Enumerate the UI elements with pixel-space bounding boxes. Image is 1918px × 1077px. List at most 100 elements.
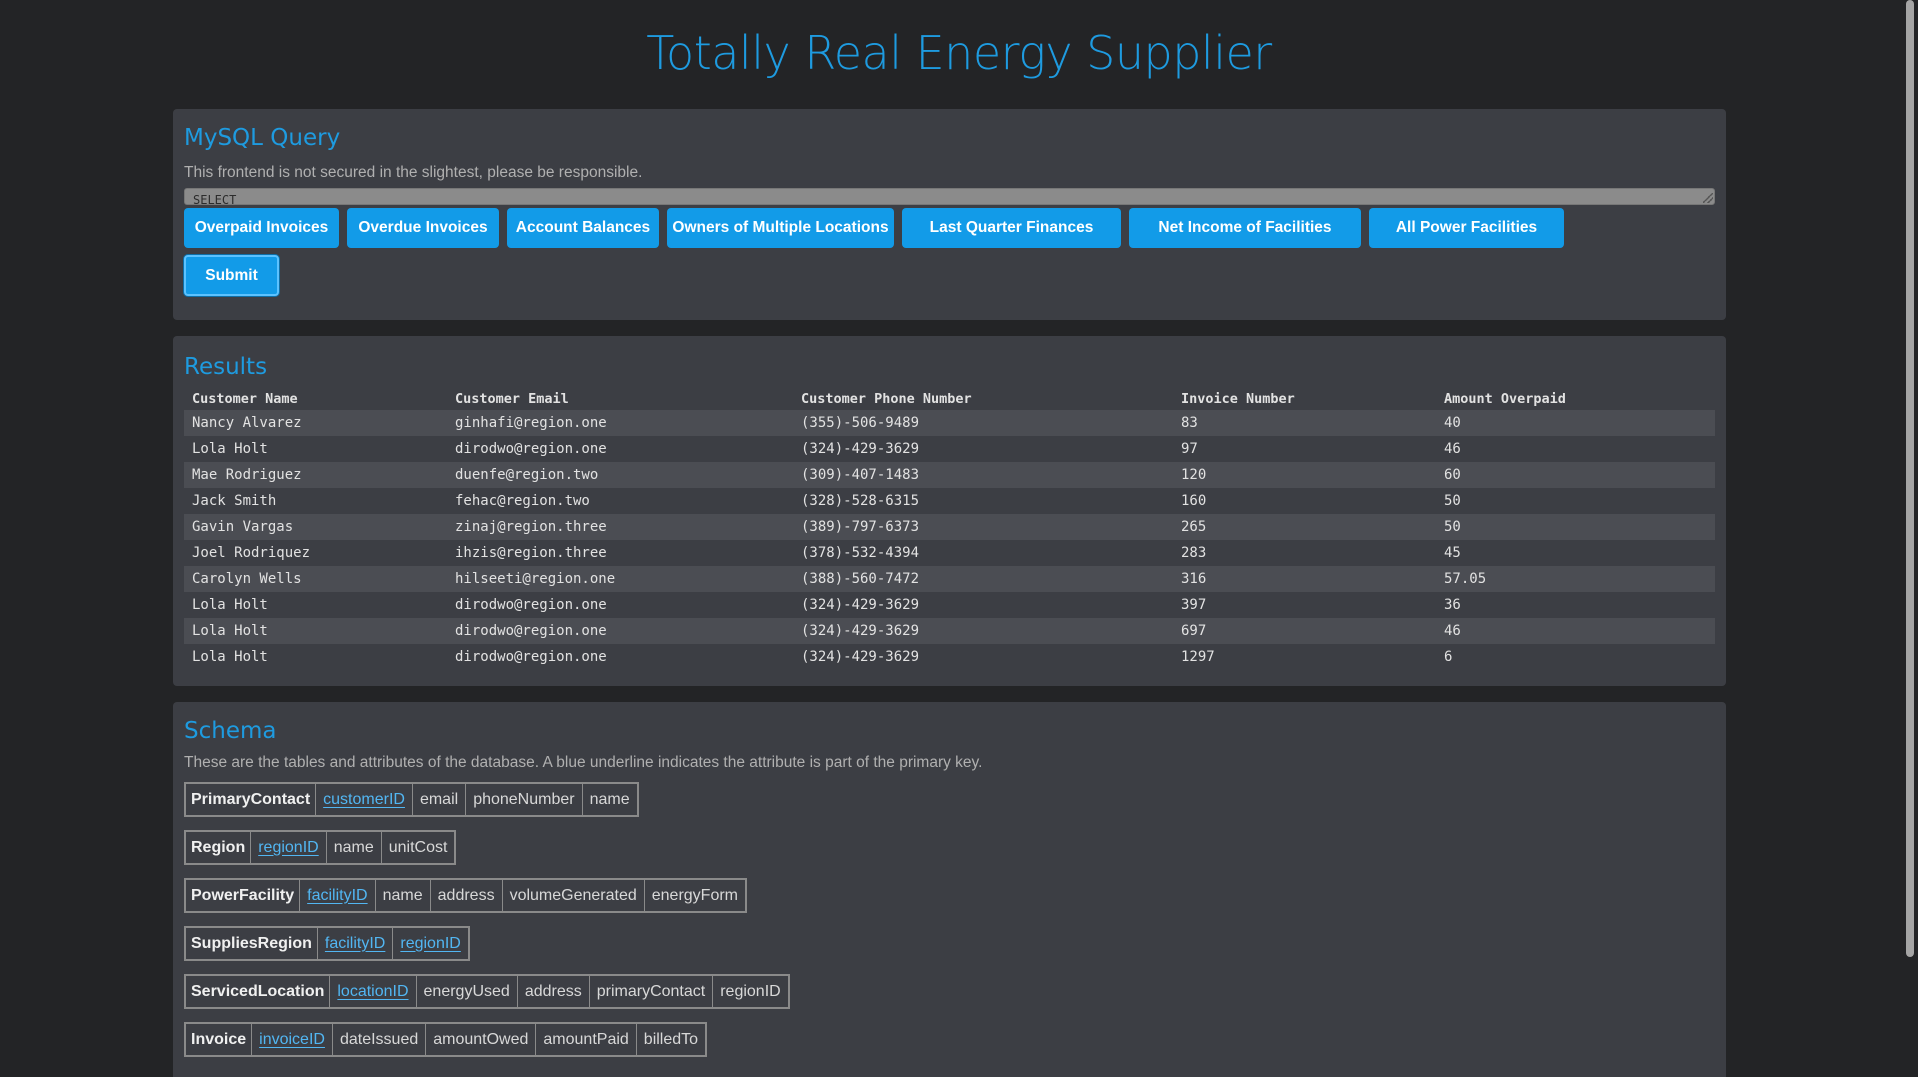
table-cell: (388)-560-7472 <box>793 566 1173 592</box>
column-header: Customer Phone Number <box>801 390 972 407</box>
schema-primary-key: customerID <box>316 784 413 815</box>
schema-table: PowerFacility facilityID name address volume… <box>184 878 747 913</box>
preset-last-quarter-finances-button[interactable]: Last Quarter Finances <box>902 208 1121 248</box>
results-heading: Results <box>184 354 268 380</box>
table-cell: dirodwo@region.one <box>447 618 793 644</box>
table-cell: ihzis@region.three <box>455 545 607 561</box>
submit-button[interactable]: Submit <box>184 255 279 296</box>
table-cell: 83 <box>1173 410 1436 436</box>
page-scrollbar[interactable] <box>1903 0 1918 1077</box>
table-cell: (309)-407-1483 <box>793 462 1173 488</box>
preset-overdue-invoices-button[interactable]: Overdue Invoices <box>347 208 499 248</box>
table-cell: Gavin Vargas <box>184 514 447 540</box>
table-cell: (324)-429-3629 <box>801 597 920 613</box>
table-cell: fehac@region.two <box>455 493 590 509</box>
preset-net-income-facilities-button[interactable]: Net Income of Facilities <box>1129 208 1361 248</box>
preset-overpaid-invoices-button[interactable]: Overpaid Invoices <box>184 208 339 248</box>
table-cell: 265 <box>1173 514 1436 540</box>
table-row: Lola Holt dirodwo@region.one (324)-429-362… <box>184 436 1715 462</box>
table-row: Gavin Vargas zinaj@region.three (389)-797-… <box>184 514 1715 540</box>
query-panel: MySQL Query This frontend is not secured… <box>173 109 1726 320</box>
table-row: Carolyn Wells hilseeti@region.one (388)-56… <box>184 566 1715 592</box>
table-cell: 40 <box>1436 410 1715 436</box>
table-cell: (324)-429-3629 <box>801 441 920 457</box>
schema-attribute: primaryContact <box>590 976 714 1007</box>
schema-table-name: PowerFacility <box>186 880 301 911</box>
schema-table-name: ServicedLocation <box>186 976 331 1007</box>
table-cell: 60 <box>1436 462 1715 488</box>
schema-primary-key: facilityID <box>318 928 394 959</box>
table-cell: hilseeti@region.one <box>447 566 793 592</box>
schema-primary-key: locationID <box>330 976 417 1007</box>
schema-row: PowerFacility facilityID name address volume… <box>184 868 1715 916</box>
query-heading: MySQL Query <box>184 125 341 151</box>
schema-table-name: SuppliesRegion <box>186 928 318 959</box>
schema-attribute: name <box>376 880 431 911</box>
page-title: Totally Real Energy Supplier <box>646 26 1272 80</box>
table-cell: 1297 <box>1181 649 1215 665</box>
schema-table: Invoice invoiceID dateIssued amountOwed amou… <box>184 1022 708 1057</box>
table-cell: 120 <box>1173 462 1436 488</box>
schema-attribute: name <box>327 832 382 863</box>
sql-query-input[interactable]: SELECT <box>184 188 1715 205</box>
table-cell: 46 <box>1436 618 1715 644</box>
table-cell: dirodwo@region.one <box>455 649 607 665</box>
schema-attribute: name <box>589 790 630 808</box>
preset-owners-multiple-locations-button[interactable]: Owners of Multiple Locations <box>667 208 894 248</box>
schema-attribute: energyForm <box>651 886 738 904</box>
preset-account-balances-button[interactable]: Account Balances <box>507 208 659 248</box>
schema-attribute: address <box>518 976 590 1007</box>
sql-query-text: SELECT <box>193 193 237 205</box>
schema-table-name: Invoice <box>186 1024 253 1055</box>
column-header: Customer Email <box>455 390 569 407</box>
results-body: Nancy Alvarez ginhafi@region.one (355)-506… <box>184 410 1715 670</box>
table-cell: Lola Holt <box>184 618 447 644</box>
schema-primary-key: facilityID <box>300 880 376 911</box>
table-row: Mae Rodriguez duenfe@region.two (309)-407-… <box>184 462 1715 488</box>
query-warning: This frontend is not secured in the slig… <box>184 164 643 181</box>
schema-attribute: phoneNumber <box>466 784 583 815</box>
schema-attribute: regionID <box>720 982 781 1000</box>
table-cell: 283 <box>1181 545 1207 561</box>
schema-primary-key: invoiceID <box>252 1024 333 1055</box>
table-row: Lola Holt dirodwo@region.one (324)-429-362… <box>184 618 1715 644</box>
table-cell: Carolyn Wells <box>184 566 447 592</box>
schema-attribute: amountOwed <box>426 1024 537 1055</box>
schema-attribute: dateIssued <box>333 1024 427 1055</box>
schema-row: SuppliesRegion facilityID regionID <box>184 916 1715 964</box>
table-cell: zinaj@region.three <box>447 514 793 540</box>
schema-attribute: amountPaid <box>536 1024 637 1055</box>
table-cell: (324)-429-3629 <box>801 649 920 665</box>
table-cell: Lola Holt <box>192 649 268 665</box>
preset-all-power-facilities-button[interactable]: All Power Facilities <box>1369 208 1564 248</box>
table-cell: Jack Smith <box>192 493 277 509</box>
results-panel: Results Customer Name Customer Email Cus… <box>173 336 1726 686</box>
schema-row: Invoice invoiceID dateIssued amountOwed amou… <box>184 1012 1715 1060</box>
scrollbar-thumb[interactable] <box>1906 0 1914 957</box>
schema-attribute: volumeGenerated <box>503 880 645 911</box>
table-row: Lola Holt dirodwo@region.one (324)-429-362… <box>184 592 1715 618</box>
schema-attribute: unitCost <box>388 838 448 856</box>
resize-grip-icon[interactable] <box>1703 193 1713 203</box>
schema-row: PrimaryContact customerID email phoneNumber… <box>184 772 1715 820</box>
schema-table: ServicedLocation locationID energyUsed addr… <box>184 974 790 1009</box>
schema-primary-key: regionID <box>251 832 327 863</box>
schema-table: Region regionID name unitCost <box>184 830 457 865</box>
schema-table-name: Region <box>186 832 252 863</box>
schema-table-list: PrimaryContact customerID email phoneNumber… <box>184 772 1715 1060</box>
table-cell: Lola Holt <box>192 441 268 457</box>
table-row: Lola Holt dirodwo@region.one (324)-429-362… <box>184 644 1715 670</box>
table-cell: Mae Rodriguez <box>184 462 447 488</box>
table-cell: ginhafi@region.one <box>447 410 793 436</box>
table-cell: 45 <box>1444 545 1461 561</box>
table-cell: 36 <box>1444 597 1461 613</box>
schema-description: These are the tables and attributes of t… <box>184 754 983 771</box>
schema-primary-key: regionID <box>400 934 461 952</box>
table-cell: Joel Rodriquez <box>192 545 311 561</box>
column-header: Amount Overpaid <box>1444 390 1566 407</box>
table-row: Nancy Alvarez ginhafi@region.one (355)-506… <box>184 410 1715 436</box>
table-cell: dirodwo@region.one <box>455 597 607 613</box>
schema-attribute: address <box>431 880 503 911</box>
table-cell: 160 <box>1181 493 1207 509</box>
schema-panel: Schema These are the tables and attribut… <box>173 702 1726 1077</box>
